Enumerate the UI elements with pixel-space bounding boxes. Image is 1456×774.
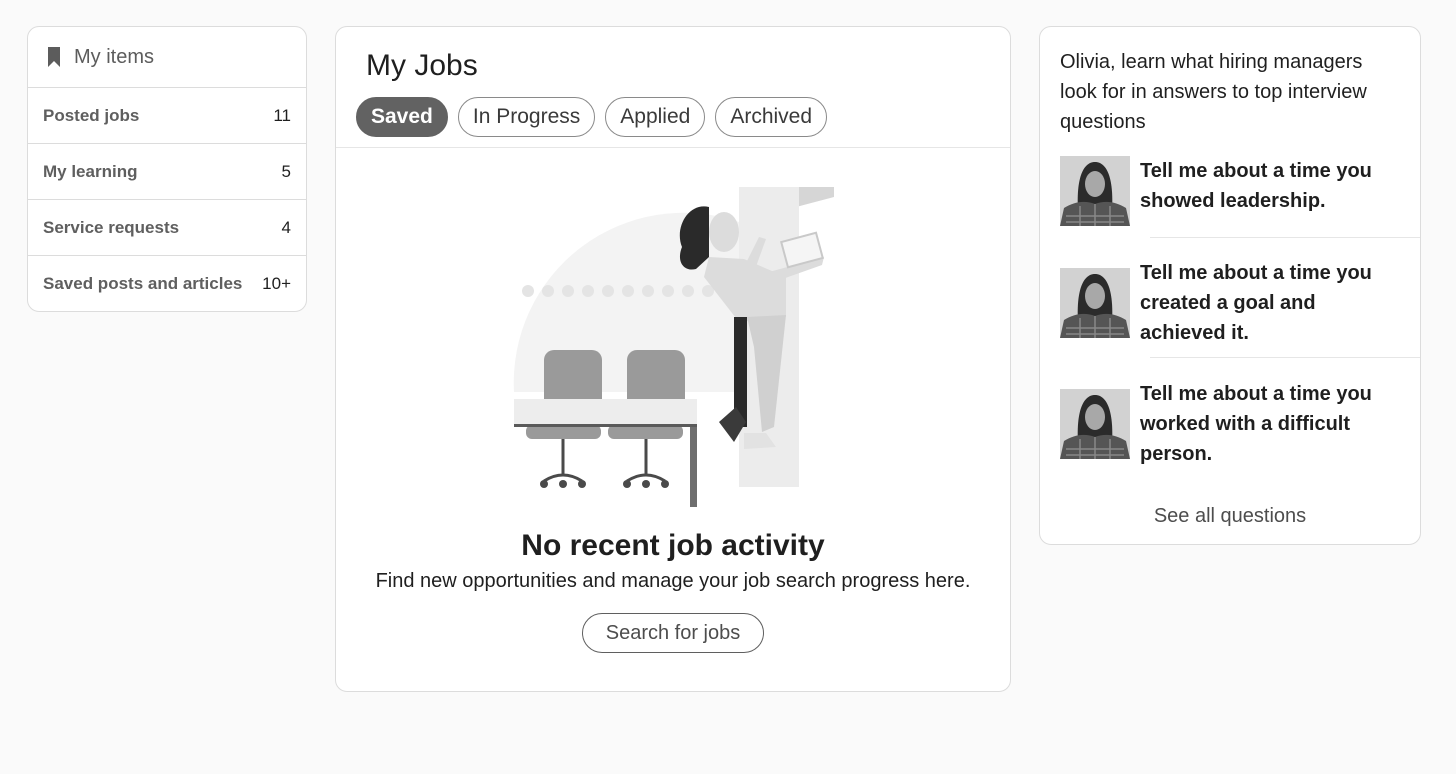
my-jobs-card: My Jobs Saved In Progress Applied Archiv… [335, 26, 1011, 692]
question-text: Tell me about a time you showed leadersh… [1140, 160, 1372, 212]
sidebar-item-label: My learning [43, 161, 138, 181]
empty-state-title: No recent job activity [521, 529, 825, 562]
video-thumbnail [1060, 156, 1130, 226]
bookmark-icon [48, 47, 60, 67]
my-items-title: My items [74, 45, 154, 68]
sidebar-item-count: 10+ [262, 274, 291, 293]
question-item[interactable]: Tell me about a time you worked with a d… [1060, 379, 1420, 469]
sidebar-item-count: 4 [281, 217, 291, 237]
question-text: Tell me about a time you created a goal … [1140, 262, 1372, 344]
tab-applied[interactable]: Applied [605, 97, 706, 137]
empty-state-subtitle: Find new opportunities and manage your j… [375, 570, 971, 592]
sidebar-item-label: Posted jobs [43, 105, 140, 125]
question-item[interactable]: Tell me about a time you showed leadersh… [1060, 156, 1420, 226]
sidebar-item-label: Service requests [43, 217, 180, 237]
sidebar-item-posted-jobs[interactable]: Posted jobs 11 [28, 88, 306, 144]
sidebar-item-label: Saved posts and articles [43, 274, 243, 293]
divider [336, 147, 1010, 148]
divider [1150, 357, 1420, 358]
page-title: My Jobs [366, 49, 478, 82]
video-thumbnail [1060, 268, 1130, 338]
sidebar-item-saved-posts[interactable]: Saved posts and articles 10+ [28, 256, 306, 311]
question-text: Tell me about a time you worked with a d… [1140, 383, 1372, 465]
see-all-questions-link[interactable]: See all questions [1040, 505, 1420, 528]
my-items-header: My items [28, 27, 306, 88]
empty-state-illustration [513, 187, 834, 507]
tab-in-progress[interactable]: In Progress [457, 97, 596, 137]
sidebar-item-count: 5 [281, 161, 291, 181]
interview-intro: Olivia, learn what hiring managers look … [1060, 51, 1367, 133]
tab-archived[interactable]: Archived [715, 97, 828, 137]
search-for-jobs-button[interactable]: Search for jobs [582, 613, 764, 653]
interview-prep-card: Olivia, learn what hiring managers look … [1039, 26, 1421, 545]
my-items-card: My items Posted jobs 11 My learning 5 Se… [27, 26, 307, 312]
question-item[interactable]: Tell me about a time you created a goal … [1060, 258, 1420, 348]
sidebar-item-service-requests[interactable]: Service requests 4 [28, 200, 306, 256]
sidebar-item-count: 11 [273, 105, 291, 125]
tab-saved[interactable]: Saved [356, 97, 448, 137]
divider [1150, 237, 1420, 238]
video-thumbnail [1060, 389, 1130, 459]
job-tabs: Saved In Progress Applied Archived [356, 97, 837, 137]
sidebar-item-my-learning[interactable]: My learning 5 [28, 144, 306, 200]
